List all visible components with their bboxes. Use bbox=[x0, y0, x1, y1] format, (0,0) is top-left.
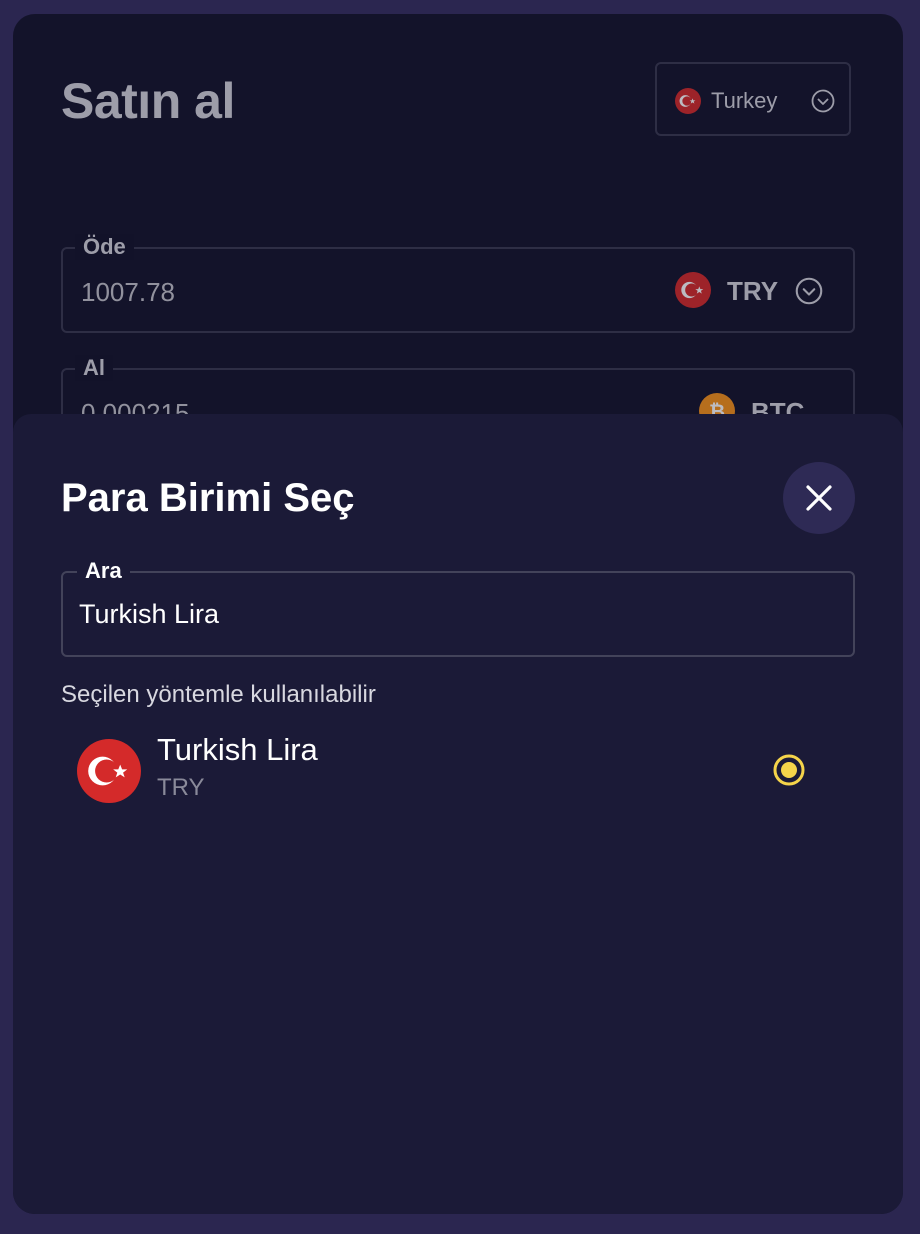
pay-amount: 1007.78 bbox=[81, 277, 175, 307]
section-label: Seçilen yöntemle kullanılabilir bbox=[61, 681, 376, 708]
buy-card: Satın al Turkey Öde 1007.78 TRY Al 0.000… bbox=[13, 14, 903, 1214]
chevron-down-circle-icon[interactable] bbox=[795, 277, 823, 305]
chevron-down-circle-icon bbox=[811, 89, 835, 113]
search-input[interactable] bbox=[79, 597, 819, 631]
receive-field-label: Al bbox=[75, 355, 113, 381]
selected-radio-icon[interactable] bbox=[773, 754, 805, 786]
close-icon bbox=[806, 485, 832, 511]
country-select[interactable]: Turkey bbox=[655, 62, 851, 136]
search-label: Ara bbox=[77, 558, 130, 584]
pay-field[interactable]: Öde 1007.78 TRY bbox=[61, 234, 855, 333]
currency-item-try[interactable]: Turkish Lira TRY bbox=[61, 726, 855, 816]
turkey-flag-icon bbox=[77, 739, 141, 803]
pay-currency-code: TRY bbox=[727, 276, 779, 306]
turkey-flag-icon bbox=[675, 272, 711, 308]
turkey-flag-icon bbox=[675, 88, 701, 114]
close-button[interactable] bbox=[783, 462, 855, 534]
currency-name: Turkish Lira bbox=[157, 732, 318, 767]
pay-field-label: Öde bbox=[75, 234, 134, 260]
country-label: Turkey bbox=[711, 88, 778, 113]
sheet-title: Para Birimi Seç bbox=[61, 476, 355, 520]
search-field: Ara bbox=[61, 558, 855, 657]
page-title: Satın al bbox=[61, 73, 235, 129]
currency-code: TRY bbox=[157, 774, 205, 801]
currency-select-sheet: Para Birimi Seç Ara Seçilen yöntemle kul… bbox=[13, 414, 903, 1214]
